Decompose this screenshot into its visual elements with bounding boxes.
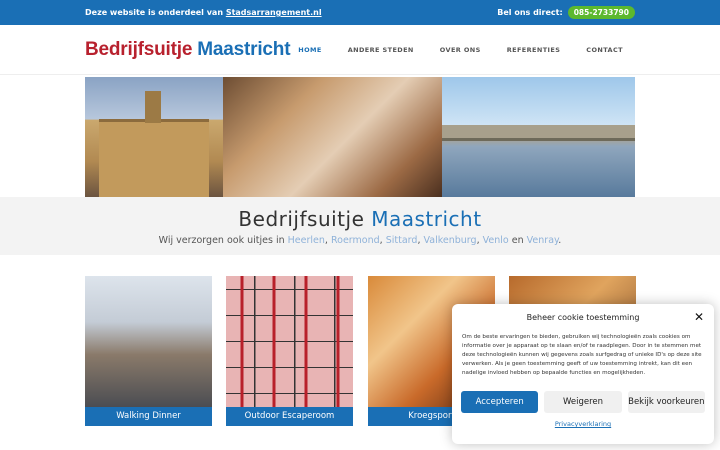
stadsarrangement-link[interactable]: Stadsarrangement.nl	[226, 8, 322, 17]
card-label[interactable]: Walking Dinner	[85, 407, 212, 426]
bridge-shape	[442, 125, 635, 141]
separator: ,	[417, 235, 421, 246]
hero-photo-bridge	[442, 77, 635, 197]
separator: ,	[476, 235, 480, 246]
hero-photo-dinner	[223, 77, 442, 197]
network-notice-text: Deze website is onderdeel van	[85, 8, 224, 17]
nav-referenties[interactable]: REFERENTIES	[507, 46, 561, 54]
hero-banner	[85, 77, 635, 197]
city-link-roermond[interactable]: Roermond	[331, 235, 380, 246]
building-shape	[99, 119, 209, 197]
logo-word-2: Maastricht	[197, 39, 291, 60]
activity-card-outdoor-escaperoom[interactable]: Outdoor Escaperoom	[226, 276, 353, 426]
phone-button[interactable]: 085-2733790	[567, 6, 635, 19]
subtitle-end: .	[558, 235, 562, 246]
call-label: Bel ons direct:	[497, 8, 563, 17]
separator: ,	[324, 235, 328, 246]
subtitle-prefix: Wij verzorgen ook uitjes in	[158, 235, 285, 246]
nav-andere-steden[interactable]: ANDERE STEDEN	[348, 46, 414, 54]
card-photo-map	[226, 276, 353, 407]
nav-over-ons[interactable]: OVER ONS	[440, 46, 481, 54]
site-logo[interactable]: Bedrijfsuitje Maastricht	[85, 39, 291, 61]
city-link-valkenburg[interactable]: Valkenburg	[424, 235, 477, 246]
subtitle-and: en	[511, 235, 524, 246]
tower-shape	[145, 91, 161, 123]
nav-contact[interactable]: CONTACT	[586, 46, 623, 54]
cookie-title: Beheer cookie toestemming	[526, 313, 640, 322]
page-title-part-1: Bedrijfsuitje	[238, 207, 365, 231]
cookie-body-text: Om de beste ervaringen te bieden, gebrui…	[462, 334, 702, 376]
site-header: Bedrijfsuitje Maastricht HOME ANDERE STE…	[0, 25, 720, 75]
logo-word-1: Bedrijfsuitje	[85, 39, 193, 60]
top-bar: Deze website is onderdeel van Stadsarran…	[0, 0, 720, 25]
view-preferences-button[interactable]: Bekijk voorkeuren	[627, 391, 705, 413]
page-title-part-2: Maastricht	[371, 207, 482, 231]
separator: ,	[379, 235, 383, 246]
nav-home[interactable]: HOME	[298, 46, 321, 54]
city-link-heerlen[interactable]: Heerlen	[288, 235, 325, 246]
city-link-venlo[interactable]: Venlo	[483, 235, 509, 246]
call-block: Bel ons direct: 085-2733790	[497, 6, 635, 19]
page-title: Bedrijfsuitje Maastricht	[0, 207, 720, 231]
main-nav: HOME ANDERE STEDEN OVER ONS REFERENTIES …	[298, 46, 623, 54]
privacy-policy-link[interactable]: Privacyverklaring	[452, 420, 714, 428]
activity-card-walking-dinner[interactable]: Walking Dinner	[85, 276, 212, 426]
cookie-consent-dialog: Beheer cookie toestemming ✕ Om de beste …	[452, 304, 714, 444]
accept-button[interactable]: Accepteren	[461, 391, 539, 413]
cookie-buttons: Accepteren Weigeren Bekijk voorkeuren	[461, 391, 705, 413]
deny-button[interactable]: Weigeren	[544, 391, 622, 413]
network-notice: Deze website is onderdeel van Stadsarran…	[85, 8, 322, 17]
card-label[interactable]: Outdoor Escaperoom	[226, 407, 353, 426]
page-subtitle: Wij verzorgen ook uitjes in Heerlen, Roe…	[0, 235, 720, 246]
city-link-sittard[interactable]: Sittard	[386, 235, 418, 246]
close-icon[interactable]: ✕	[694, 310, 704, 324]
intro-band: Bedrijfsuitje Maastricht Wij verzorgen o…	[0, 197, 720, 255]
city-link-venray[interactable]: Venray	[527, 235, 559, 246]
card-photo	[85, 276, 212, 407]
hero-photo-city-hall	[85, 77, 223, 197]
